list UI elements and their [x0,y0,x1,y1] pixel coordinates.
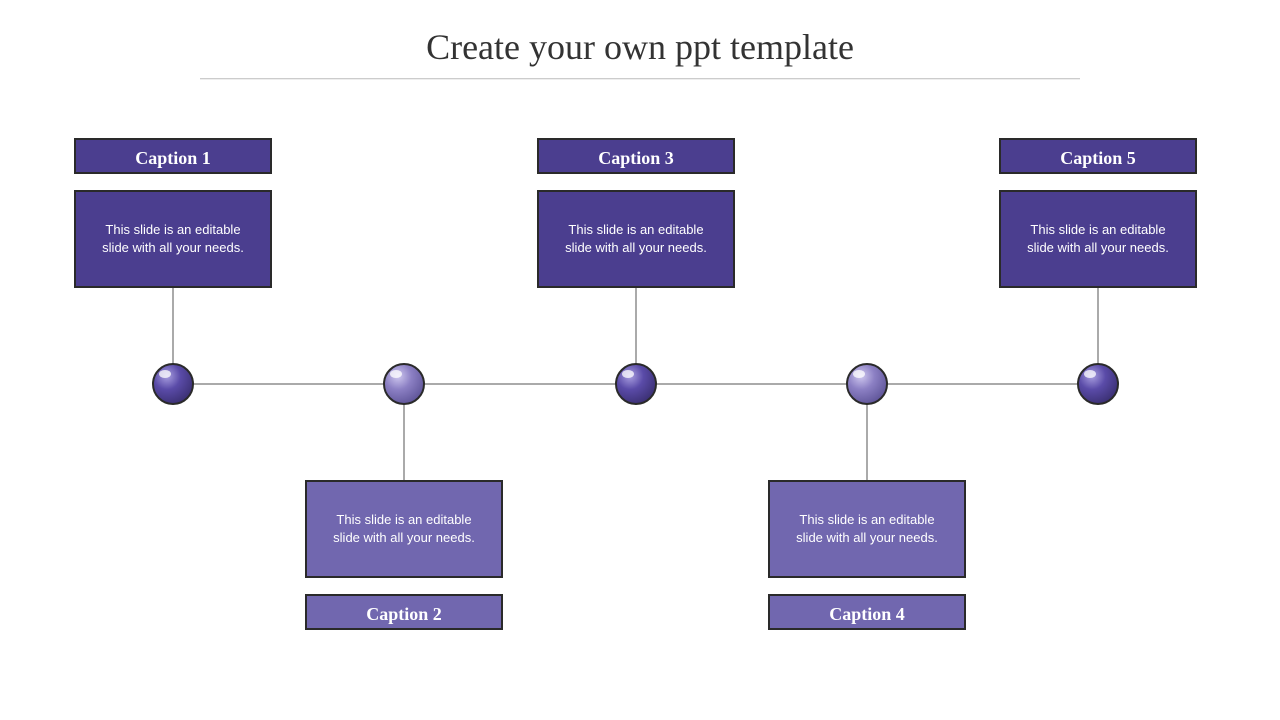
timeline-node-3 [616,364,656,404]
caption-4: Caption 4 [768,594,966,630]
caption-1: Caption 1 [74,138,272,174]
timeline-svg [0,0,1280,720]
timeline-node-1 [153,364,193,404]
caption-2: Caption 2 [305,594,503,630]
slide-canvas: Create your own ppt template [0,0,1280,720]
caption-5: Caption 5 [999,138,1197,174]
desc-5: This slide is an editable slide with all… [999,190,1197,288]
timeline-node-2 [384,364,424,404]
desc-4: This slide is an editable slide with all… [768,480,966,578]
timeline-node-4 [847,364,887,404]
desc-3: This slide is an editable slide with all… [537,190,735,288]
desc-1: This slide is an editable slide with all… [74,190,272,288]
timeline-node-5 [1078,364,1118,404]
caption-3: Caption 3 [537,138,735,174]
desc-2: This slide is an editable slide with all… [305,480,503,578]
